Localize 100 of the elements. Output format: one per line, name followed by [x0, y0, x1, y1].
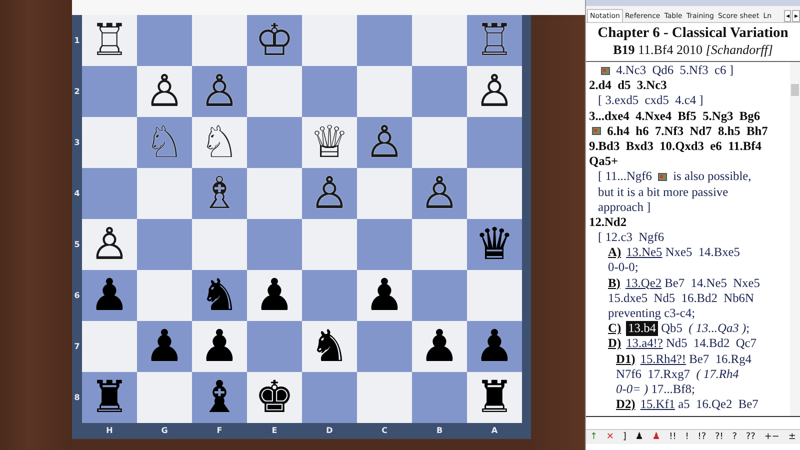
move-link[interactable]: 13.Qe2	[625, 276, 662, 291]
file-label: G	[160, 424, 169, 436]
move-text: 12.Nd2	[589, 214, 627, 230]
annotation-button[interactable]: !!	[669, 432, 676, 442]
chess-piece: ♞	[310, 324, 350, 368]
annotation-button[interactable]: ♟	[635, 432, 644, 442]
chess-piece: ♙	[90, 222, 130, 266]
board-square	[357, 219, 412, 270]
move-text: N7f6 17.Rxg7	[616, 366, 691, 382]
chapter-title: Chapter 6 - Classical Variation	[596, 25, 790, 42]
diagram-icon	[658, 172, 668, 181]
chess-piece: ♛	[474, 222, 514, 266]
board-square	[137, 15, 192, 66]
scrollbar[interactable]	[790, 62, 800, 416]
game-info: B19 11.Bf4 2010 [Schandorff]	[586, 42, 800, 62]
variation-label: B)	[608, 276, 620, 291]
move-link[interactable]: 15.Kf1	[640, 397, 676, 412]
board-square	[82, 117, 137, 168]
move-text: Qa5+	[589, 154, 618, 170]
chess-piece: ♗	[200, 172, 240, 216]
board-square	[192, 219, 247, 270]
file-label: D	[325, 424, 334, 436]
move-text: Nd5 14.Bd2 Qc7	[664, 336, 757, 352]
annotation-button[interactable]: ✕	[606, 432, 614, 442]
rank-label: 6	[73, 290, 81, 302]
move-text: 4.Nc3 Qd6 5.Nf3 c6 ]	[615, 63, 734, 78]
file-label: E	[270, 424, 278, 436]
board-square	[247, 66, 302, 117]
chess-piece: ♟	[254, 274, 294, 318]
move-text: is also possible,	[672, 169, 752, 185]
file-label: A	[490, 424, 499, 436]
variation-label: D2)	[616, 397, 636, 412]
file-label: H	[105, 424, 114, 436]
file-label: F	[216, 424, 224, 436]
diagram-icon	[601, 66, 610, 75]
chess-piece: ♙	[420, 172, 460, 216]
chess-piece: ♚	[254, 376, 294, 420]
move-link[interactable]: 13.Ne5	[626, 245, 662, 260]
board-square	[467, 117, 522, 168]
chess-piece: ♜	[474, 376, 514, 420]
annotation-button[interactable]: ±	[788, 432, 796, 442]
annotation-button[interactable]: ♟	[652, 432, 660, 442]
move-text: Be7 14.Ne5 Nxe5	[664, 276, 760, 291]
chess-piece: ♟	[144, 324, 184, 368]
annotation-button[interactable]: !	[685, 432, 689, 442]
move-text: Be7 16.Rg4	[688, 352, 752, 367]
board-square	[247, 219, 302, 270]
current-move[interactable]: 13.b4	[626, 321, 658, 336]
chess-piece: ♖	[474, 18, 514, 62]
chess-piece: ♘	[200, 120, 240, 164]
board-square	[357, 66, 412, 117]
chess-piece: ♟	[200, 324, 240, 368]
rank-label: 2	[73, 86, 81, 98]
board-square	[137, 168, 192, 219]
board-square	[357, 168, 412, 219]
diagram-icon	[592, 127, 601, 136]
board-square	[247, 117, 302, 168]
move-text: preventing c3-c4;	[608, 306, 696, 322]
move-text: [ 12.c3 Ngf6	[598, 230, 664, 246]
annotation-button[interactable]: ?	[732, 432, 738, 442]
chess-piece: ♞	[200, 274, 240, 318]
move-link[interactable]: 13.a4!?	[626, 336, 663, 352]
board-square	[302, 372, 357, 423]
annotation-button[interactable]: ]	[622, 432, 626, 442]
board-square	[82, 168, 137, 219]
chess-piece: ♙	[474, 70, 514, 114]
chess-piece: ♘	[144, 120, 184, 164]
board-square	[137, 219, 192, 270]
board-square	[137, 372, 192, 423]
rank-label: 3	[73, 137, 81, 149]
move-text: approach ]	[598, 200, 651, 215]
board-square	[247, 321, 302, 372]
variation-label: A)	[608, 245, 622, 260]
annotation-button[interactable]: !?	[698, 432, 706, 442]
board-square	[137, 270, 192, 321]
move-text: 2.d4 d5 3.Nc3	[589, 78, 667, 94]
move-text: [ 11...Ngf6	[598, 169, 653, 185]
commentary-text: ( 17.Rh4	[695, 366, 739, 382]
chess-piece: ♜	[90, 376, 130, 420]
scroll-thumb[interactable]	[791, 84, 799, 96]
board-square	[467, 270, 522, 321]
chess-piece: ♟	[474, 324, 514, 368]
move-link[interactable]: 15.Rh4?!	[640, 352, 686, 367]
annotation-button[interactable]: +−	[764, 432, 780, 442]
board-square	[247, 168, 302, 219]
commentary-text: ( 13...Qa3 )	[688, 321, 746, 336]
move-text: [ 3.exd5 cxd5 4.c4 ]	[598, 93, 704, 109]
move-text: a5 16.Qe2 Be7	[677, 397, 758, 412]
rank-label: 4	[73, 188, 81, 200]
board-square	[467, 168, 522, 219]
board-square	[82, 66, 137, 117]
annotation-button[interactable]: ??	[746, 432, 756, 442]
annotation-button[interactable]: ↑	[590, 432, 598, 442]
board-square	[357, 321, 412, 372]
chess-piece: ♟	[90, 274, 130, 318]
move-text: but it is a bit more passive	[598, 184, 728, 200]
annotation-button[interactable]: ?!	[714, 432, 724, 442]
move-text: 6.h4 h6 7.Nf3 Nd7 8.h5 Bh7	[606, 124, 768, 139]
board-square	[302, 15, 357, 66]
chess-piece: ♝	[200, 376, 240, 420]
